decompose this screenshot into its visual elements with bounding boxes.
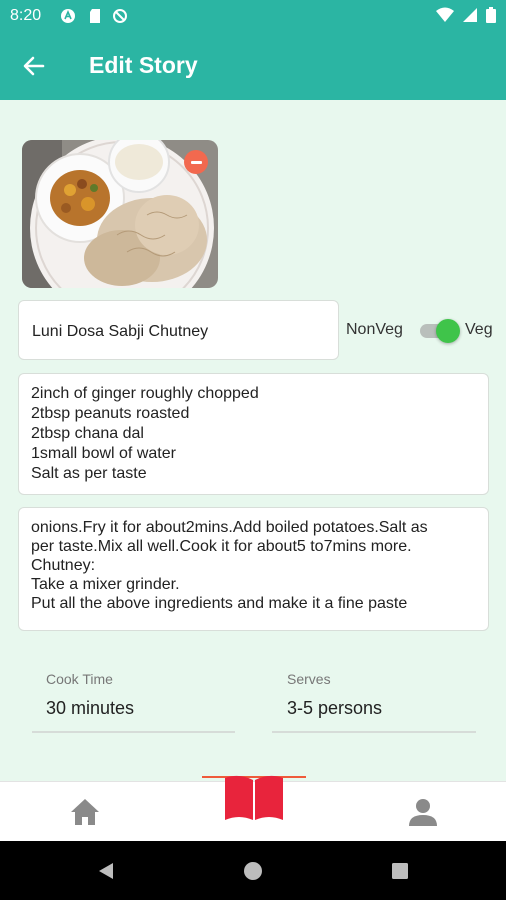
minus-icon	[190, 160, 202, 164]
book-icon	[225, 775, 283, 820]
nav-home[interactable]	[60, 792, 110, 832]
recipe-name-field[interactable]: Luni Dosa Sabji Chutney	[18, 300, 339, 360]
serves-label: Serves	[287, 671, 331, 687]
home-icon	[71, 799, 99, 825]
nonveg-label: NonVeg	[346, 321, 403, 338]
remove-photo-button[interactable]	[184, 150, 208, 174]
serves-input[interactable]: 3-5 persons	[287, 698, 382, 719]
step-line: Take a mixer grinder.	[31, 576, 180, 593]
system-home-button[interactable]	[235, 855, 271, 887]
status-time: 8:20	[10, 7, 42, 24]
recents-square-icon	[392, 863, 408, 879]
system-back-button[interactable]	[88, 855, 124, 887]
step-line: onions.Fry it for about2mins.Add boiled …	[31, 519, 428, 536]
step-line: Chutney:	[31, 557, 96, 574]
arrow-left-icon	[23, 56, 45, 76]
wifi-icon	[436, 7, 454, 22]
nav-stories[interactable]	[222, 773, 286, 823]
home-circle-icon	[244, 862, 262, 880]
app-bar: Edit Story	[0, 32, 506, 100]
nav-profile[interactable]	[398, 792, 448, 832]
cook-time-label: Cook Time	[46, 671, 113, 687]
system-recents-button[interactable]	[382, 855, 418, 887]
ingredient-line: 1small bowl of water	[31, 445, 176, 462]
ingredient-line: 2tbsp peanuts roasted	[31, 405, 190, 422]
step-line: Put all the above ingredients and make i…	[31, 595, 408, 612]
ingredient-line: Salt as per taste	[31, 465, 147, 482]
back-button[interactable]	[18, 50, 50, 82]
app-a-icon	[61, 9, 75, 23]
veg-toggle-switch[interactable]	[420, 319, 460, 343]
cook-time-input[interactable]: 30 minutes	[46, 698, 134, 719]
ingredient-line: 2inch of ginger roughly chopped	[31, 385, 259, 402]
veg-label: Veg	[465, 321, 493, 338]
blocked-icon	[113, 9, 127, 23]
serves-underline	[272, 731, 476, 733]
battery-icon	[486, 7, 496, 23]
signal-icon	[463, 8, 477, 22]
step-line: per taste.Mix all well.Cook it for about…	[31, 538, 412, 555]
bottom-navigation	[0, 775, 506, 841]
status-bar: 8:20	[0, 0, 506, 32]
back-triangle-icon	[99, 863, 113, 879]
page-title: Edit Story	[89, 52, 198, 78]
steps-field[interactable]: onions.Fry it for about2mins.Add boiled …	[18, 507, 489, 631]
sd-card-icon	[90, 9, 100, 23]
person-icon	[409, 799, 437, 826]
cook-time-underline	[32, 731, 235, 733]
system-navigation-bar	[0, 841, 506, 900]
ingredients-field[interactable]: 2inch of ginger roughly chopped 2tbsp pe…	[18, 373, 489, 495]
ingredient-line: 2tbsp chana dal	[31, 425, 144, 442]
